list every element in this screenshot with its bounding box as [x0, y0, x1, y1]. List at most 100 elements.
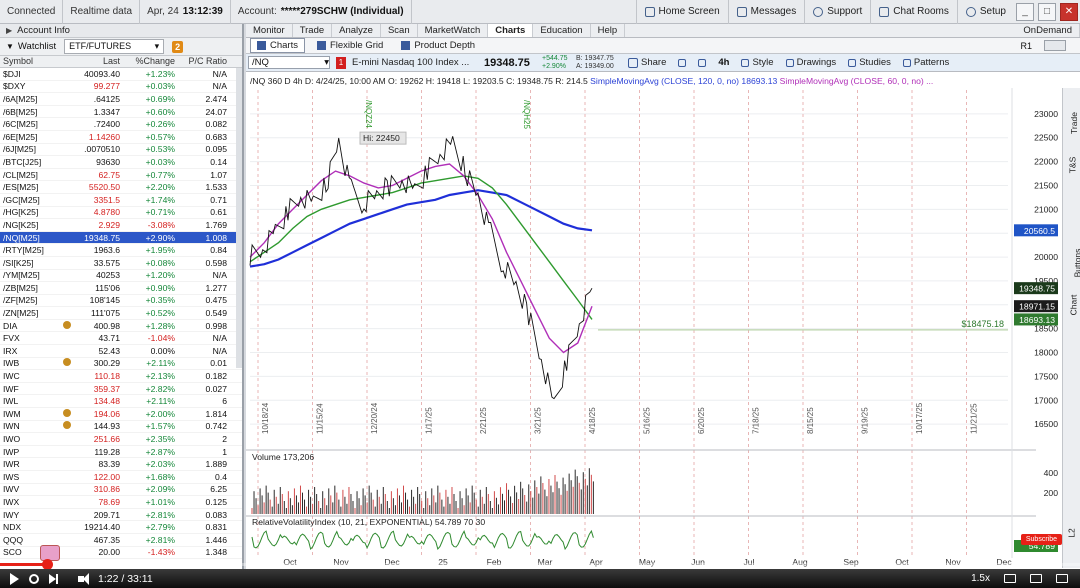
watchlist-row[interactable]: IWM 194.06 +2.00% 1.814: [0, 408, 242, 421]
side-tab-phase-scores[interactable]: Phase Scores: [1063, 418, 1080, 428]
tab-education[interactable]: Education: [533, 24, 591, 37]
watchlist-row[interactable]: IRX 52.43 0.00% N/A: [0, 345, 242, 358]
watchlist-row[interactable]: /YM[M25] 40253 +1.20% N/A: [0, 270, 242, 283]
watchlist-row[interactable]: /BTC[J25] 93630 +0.03% 0.14: [0, 156, 242, 169]
watchlist-row[interactable]: /SI[K25] 33.575 +0.08% 0.598: [0, 257, 242, 270]
watchlist-row[interactable]: IWR 83.39 +2.03% 1.889: [0, 458, 242, 471]
link-flag[interactable]: 1: [336, 56, 346, 69]
flask-button[interactable]: [672, 58, 692, 67]
watchlist-row[interactable]: IWO 251.66 +2.35% 2: [0, 433, 242, 446]
setup-button[interactable]: Setup: [956, 0, 1014, 24]
watchlist-row[interactable]: /6B[M25] 1.3347 +0.60% 24.07: [0, 106, 242, 119]
watchlist-row[interactable]: QQQ 467.35 +2.81% 1.446: [0, 534, 242, 547]
watchlist-row[interactable]: IWP 119.28 +2.87% 1: [0, 446, 242, 459]
watchlist-row[interactable]: /RTY[M25] 1963.6 +1.95% 0.84: [0, 244, 242, 257]
tab-analyze[interactable]: Analyze: [332, 24, 381, 37]
tab-marketwatch[interactable]: MarketWatch: [418, 24, 489, 37]
watchlist-row[interactable]: IWX 78.69 +1.01% 0.125: [0, 496, 242, 509]
watchlist-row[interactable]: /NG[K25] 2.929 -3.08% 1.769: [0, 219, 242, 232]
watchlist-link-badge[interactable]: 2: [172, 40, 184, 53]
watchlist-row[interactable]: DIA 400.98 +1.28% 0.998: [0, 320, 242, 333]
tab-help[interactable]: Help: [591, 24, 626, 37]
watchlist-row[interactable]: $DJI 40093.40 +1.23% N/A: [0, 68, 242, 81]
watchlist-row[interactable]: IWY 209.71 +2.81% 0.083: [0, 509, 242, 522]
symbol-input[interactable]: /NQ ▾: [248, 56, 330, 69]
watchlist-row[interactable]: /HG[K25] 4.8780 +0.71% 0.61: [0, 207, 242, 220]
tab-flexible-grid[interactable]: Flexible Grid: [311, 39, 389, 52]
expand-arrow-icon[interactable]: ▼: [6, 42, 14, 51]
captions-icon[interactable]: [1004, 574, 1016, 583]
settings-toggle[interactable]: [29, 573, 39, 584]
drawings-button[interactable]: Drawings: [780, 57, 843, 68]
support-button[interactable]: Support: [804, 0, 870, 24]
watchlist-row[interactable]: IWL 134.48 +2.11% 6: [0, 395, 242, 409]
messages-button[interactable]: Messages: [727, 0, 805, 24]
watchlist-row[interactable]: IWF 359.37 +2.82% 0.027: [0, 383, 242, 396]
subscribe-button[interactable]: Subscribe: [1020, 534, 1062, 545]
watchlist-row[interactable]: /6J[M25] .0070510 +0.53% 0.095: [0, 144, 242, 157]
minimize-button[interactable]: _: [1016, 2, 1034, 21]
layout-selector[interactable]: [1044, 40, 1066, 51]
studies-button[interactable]: Studies: [842, 57, 897, 68]
fullscreen-icon[interactable]: [1056, 574, 1068, 583]
home-screen-button[interactable]: Home Screen: [635, 0, 728, 24]
column-change[interactable]: %Change: [122, 56, 178, 67]
playback-speed[interactable]: 1.5x: [971, 573, 990, 584]
interval-button[interactable]: 4h: [712, 57, 735, 68]
watchlist-row[interactable]: /6E[M25] 1.14260 +0.57% 0.683: [0, 131, 242, 144]
watchlist-row[interactable]: /GC[M25] 3351.5 +1.74% 0.71: [0, 194, 242, 207]
watchlist-row[interactable]: IWC 110.18 +2.13% 0.182: [0, 370, 242, 383]
column-pc-ratio[interactable]: P/C Ratio: [178, 56, 230, 67]
tab-charts[interactable]: Charts: [488, 24, 534, 37]
watchlist-dropdown[interactable]: ETF/FUTURES ▾: [64, 39, 165, 54]
side-tab-l2[interactable]: L2: [1063, 528, 1080, 538]
watchlist-row[interactable]: /ZF[M25] 108'145 +0.35% 0.475: [0, 295, 242, 308]
watchlist-row[interactable]: /NQ[M25] 19348.75 +2.90% 1.008: [0, 231, 242, 245]
watchlist-row[interactable]: IWN 144.93 +1.57% 0.742: [0, 421, 242, 434]
watchlist-row[interactable]: /ZB[M25] 115'06 +0.90% 1.277: [0, 282, 242, 295]
ondemand-button[interactable]: OnDemand: [1016, 24, 1080, 37]
watchlist-row[interactable]: /CL[M25] 62.75 +0.77% 1.07: [0, 169, 242, 182]
side-tab-trade[interactable]: Trade: [1063, 112, 1080, 134]
column-last[interactable]: Last: [72, 56, 122, 67]
watchlist-row[interactable]: $DXY 99.277 +0.03% N/A: [0, 81, 242, 94]
miniplayer-icon[interactable]: [1030, 574, 1042, 583]
settings-button[interactable]: [692, 58, 712, 67]
chat-rooms-button[interactable]: Chat Rooms: [870, 0, 957, 24]
watchlist-row[interactable]: /ZN[M25] 111'075 +0.52% 0.549: [0, 307, 242, 320]
watchlist-row[interactable]: /6C[M25] .72400 +0.26% 0.082: [0, 118, 242, 131]
watchlist-row[interactable]: /6A[M25] .64125 +0.69% 2.474: [0, 93, 242, 106]
watchlist-scrollbar[interactable]: [236, 68, 242, 368]
side-tab-active-trader[interactable]: Active Trader: [1063, 200, 1080, 210]
account-selector[interactable]: Account: *****279SCHW (Individual): [231, 0, 412, 24]
side-tab-buttons[interactable]: Buttons: [1063, 249, 1080, 278]
tab-trade[interactable]: Trade: [293, 24, 333, 37]
side-tab-t-s[interactable]: T&S: [1063, 157, 1080, 174]
column-symbol[interactable]: Symbol: [0, 56, 62, 67]
tab-scan[interactable]: Scan: [381, 24, 418, 37]
watchlist-row[interactable]: SCO 20.00 -1.43% 1.348: [0, 547, 242, 560]
close-button[interactable]: ✕: [1060, 2, 1078, 21]
share-button[interactable]: Share: [622, 57, 672, 68]
volume-button[interactable]: [78, 572, 89, 585]
patterns-button[interactable]: Patterns: [897, 57, 955, 68]
next-button[interactable]: [49, 573, 58, 584]
tab-charts[interactable]: Charts: [250, 38, 305, 53]
watchlist-row[interactable]: NDX 19214.40 +2.79% 0.831: [0, 521, 242, 534]
tab-product-depth[interactable]: Product Depth: [395, 39, 481, 52]
side-tab-dashboard[interactable]: Dashboard: [1063, 464, 1080, 506]
maximize-button[interactable]: □: [1038, 2, 1056, 21]
watchlist-row[interactable]: /ES[M25] 5520.50 +2.20% 1.533: [0, 181, 242, 194]
side-tab-option-chain[interactable]: Option Chain: [1063, 350, 1080, 360]
side-tab-chart[interactable]: Chart: [1063, 295, 1080, 316]
price-chart[interactable]: 1650017000175001800018500190001950020000…: [246, 88, 1062, 569]
video-progress[interactable]: [0, 559, 1080, 570]
style-button[interactable]: Style: [735, 57, 779, 68]
watchlist-row[interactable]: IWB 300.29 +2.11% 0.01: [0, 358, 242, 371]
account-info-header[interactable]: ▶ Account Info: [0, 24, 242, 38]
watchlist-row[interactable]: IWS 122.00 +1.68% 0.4: [0, 471, 242, 484]
watchlist-row[interactable]: IWV 310.86 +2.09% 6.25: [0, 484, 242, 497]
tab-monitor[interactable]: Monitor: [246, 24, 293, 37]
play-button[interactable]: [10, 572, 19, 585]
watchlist-row[interactable]: FVX 43.71 -1.04% N/A: [0, 332, 242, 346]
